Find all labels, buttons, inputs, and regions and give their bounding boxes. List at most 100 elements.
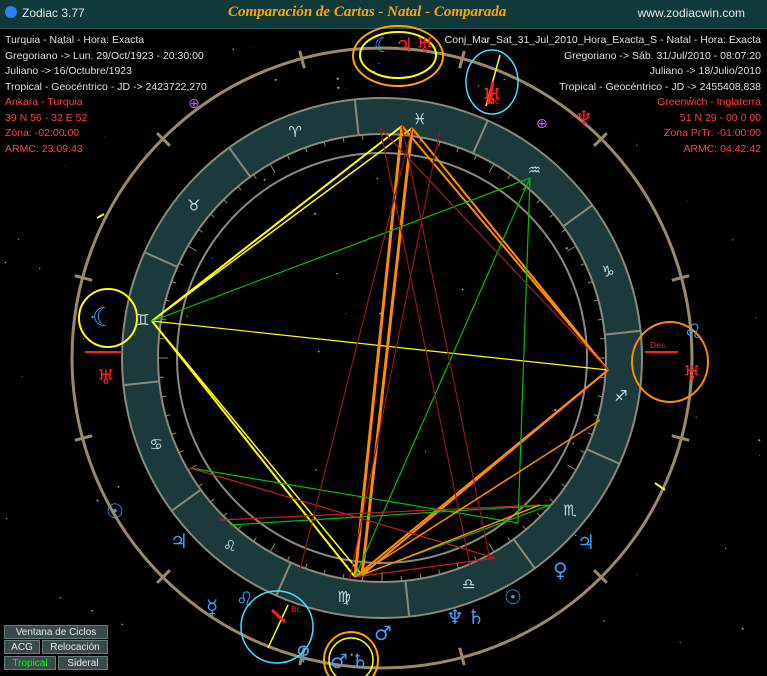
degree-tick <box>507 537 511 542</box>
star <box>21 376 23 378</box>
aspect-line <box>354 177 531 578</box>
degree-tick <box>253 537 257 542</box>
leo-icon[interactable]: ♌ <box>684 319 702 343</box>
star <box>429 344 431 346</box>
degree-tick <box>269 543 276 553</box>
star <box>38 267 41 270</box>
jupiter-icon[interactable]: ♃ <box>395 33 413 57</box>
star <box>96 499 99 502</box>
star <box>5 517 8 520</box>
degree-tick <box>536 199 541 204</box>
mars-icon[interactable]: ♂ <box>330 649 348 673</box>
bc-label: Bc. <box>291 605 303 614</box>
degree-tick <box>178 450 184 454</box>
star <box>603 620 605 622</box>
comp-line-4: Tropical - Geocéntrico - JD -> 2455408,8… <box>559 80 761 93</box>
uranus-icon[interactable]: ♅ <box>683 361 701 385</box>
uranus-icon[interactable]: ♅ <box>416 33 434 57</box>
zodiac-sign-glyph: ♋ <box>149 436 162 454</box>
zodiac-sign-glyph: ♓ <box>413 110 426 128</box>
star <box>375 391 377 393</box>
aspect-line <box>401 125 491 561</box>
star <box>315 469 318 471</box>
tropical-button[interactable]: Tropical <box>4 656 56 670</box>
comp-zone: Zona PrTr: -01:00:00 <box>663 127 761 139</box>
degree-tick <box>561 483 566 487</box>
star <box>572 442 574 445</box>
star <box>253 47 254 49</box>
degree-tick <box>580 262 586 266</box>
venus-icon[interactable]: ♀ <box>296 641 311 665</box>
star <box>186 315 188 318</box>
star <box>314 212 317 215</box>
bc-pointer-line <box>267 604 289 649</box>
mars-icon[interactable]: ♂ <box>374 621 392 645</box>
degree-tick <box>549 213 554 218</box>
sun-icon[interactable]: ☉ <box>504 585 522 609</box>
neptune-icon[interactable]: ♆ <box>446 605 464 629</box>
mercury-icon[interactable]: ☿ <box>206 595 218 619</box>
star <box>65 165 67 167</box>
degree-tick <box>567 245 577 252</box>
star <box>758 439 761 442</box>
degree-tick <box>561 229 566 233</box>
comp-line-3: Juliano -> 18/Julio/2010 <box>649 65 761 77</box>
relocacion-button[interactable]: Relocación <box>42 640 108 654</box>
saturn-icon[interactable]: ♄ <box>351 649 369 673</box>
star <box>565 247 568 250</box>
venus-icon[interactable]: ♀ <box>553 558 568 582</box>
degree-tick <box>522 525 527 530</box>
star <box>317 350 320 353</box>
star <box>232 48 235 50</box>
uranus-icon[interactable]: ♅ <box>97 365 115 389</box>
acg-button[interactable]: ACG <box>4 640 40 654</box>
zodiac-sign-glyph: ♏ <box>563 501 577 519</box>
sideral-button[interactable]: Sideral <box>58 656 108 670</box>
star <box>461 288 464 291</box>
aspect-line <box>229 504 551 526</box>
star <box>549 442 551 444</box>
zodiac-sign-glyph: ♒ <box>528 161 541 179</box>
jupiter-icon[interactable]: ♃ <box>170 529 188 553</box>
jupiter-icon[interactable]: ♃ <box>577 530 595 554</box>
moon-icon[interactable]: ☾ <box>92 303 115 333</box>
degree-tick <box>549 498 554 503</box>
moon-icon[interactable]: ☾ <box>374 33 392 57</box>
aspect-line <box>299 127 413 571</box>
leo-icon[interactable]: ♌ <box>236 587 254 611</box>
star <box>677 333 679 335</box>
degree-tick <box>507 174 511 179</box>
natal-line-3: Juliano -> 16/Octubre/1923 <box>5 65 132 77</box>
star <box>687 200 688 202</box>
star <box>263 178 266 181</box>
star <box>404 233 406 234</box>
natal-armc: ARMC: 23:09:43 <box>5 142 83 155</box>
star <box>211 257 213 259</box>
star <box>695 416 697 418</box>
natal-place: Ankara - Turquia <box>5 96 83 108</box>
sun-icon[interactable]: ☉ <box>106 499 124 523</box>
degree-tick <box>269 163 276 173</box>
star <box>91 609 94 612</box>
star <box>735 361 737 363</box>
star <box>117 485 120 488</box>
saturn-icon[interactable]: ♄ <box>467 605 485 629</box>
star <box>337 86 340 89</box>
star <box>424 450 427 453</box>
zodiac-sign-glyph: ♉ <box>187 197 200 215</box>
inner-circle <box>176 152 588 564</box>
star <box>336 77 339 80</box>
star <box>554 408 557 412</box>
aspect-line <box>189 467 519 524</box>
degree-tick <box>198 483 203 487</box>
degree-tick <box>223 199 228 204</box>
star <box>419 242 421 244</box>
star <box>759 455 761 457</box>
zodiac-band <box>122 98 642 618</box>
star <box>741 627 744 630</box>
comp-coords: 51 N 29 - 00 0 00 <box>679 111 761 124</box>
star <box>82 338 85 340</box>
degree-tick <box>223 512 228 517</box>
ventana-de-ciclos-button[interactable]: Ventana de Ciclos <box>4 625 108 639</box>
star <box>274 78 277 81</box>
